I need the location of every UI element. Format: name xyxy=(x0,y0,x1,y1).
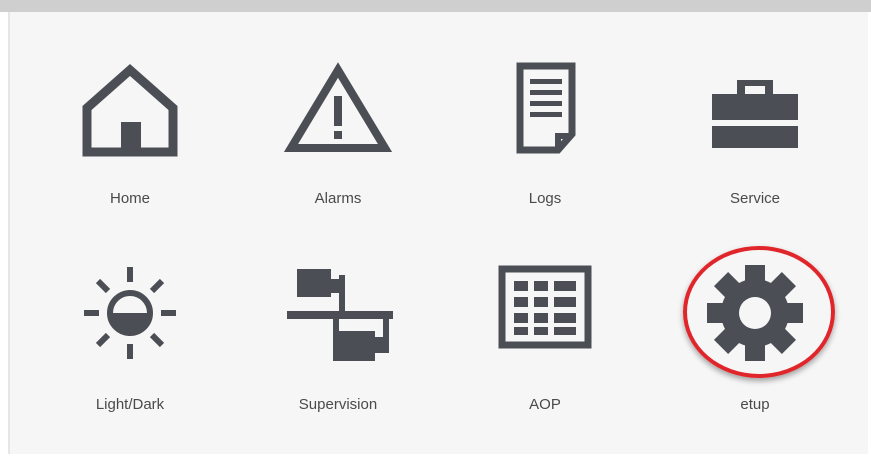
menu-item-service[interactable]: Service xyxy=(665,50,845,250)
supervision-network-icon xyxy=(287,269,393,361)
menu-item-label: Service xyxy=(729,190,781,207)
menu-item-label: Supervision xyxy=(298,396,378,413)
menu-item-label: Light/Dark xyxy=(95,396,165,413)
menu-item-aop[interactable]: AOP xyxy=(455,255,635,455)
menu-item-logs[interactable]: Logs xyxy=(455,50,635,250)
menu-item-alarms[interactable]: Alarms xyxy=(248,50,428,250)
menu-item-supervision[interactable]: Supervision xyxy=(248,255,428,455)
menu-item-home[interactable]: Home xyxy=(40,50,220,250)
screen: Home Alarms Logs Service Light/Dark Supe… xyxy=(0,0,871,460)
toolbox-icon xyxy=(712,80,798,148)
menu-item-label: Home xyxy=(109,190,150,207)
document-icon xyxy=(516,62,576,154)
gear-icon xyxy=(707,265,803,361)
home-icon xyxy=(82,63,178,157)
menu-item-label: Logs xyxy=(528,190,562,207)
brightness-icon xyxy=(84,267,176,359)
menu-item-label: etup xyxy=(740,396,770,413)
menu-item-setup[interactable]: etup xyxy=(665,255,845,455)
menu-item-light-dark[interactable]: Light/Dark xyxy=(40,255,220,455)
menu-item-label: Alarms xyxy=(314,190,362,207)
top-bar xyxy=(0,0,871,12)
grid-keypad-icon xyxy=(498,265,592,349)
menu-item-label: AOP xyxy=(529,396,561,413)
alarm-warning-icon xyxy=(283,62,393,152)
